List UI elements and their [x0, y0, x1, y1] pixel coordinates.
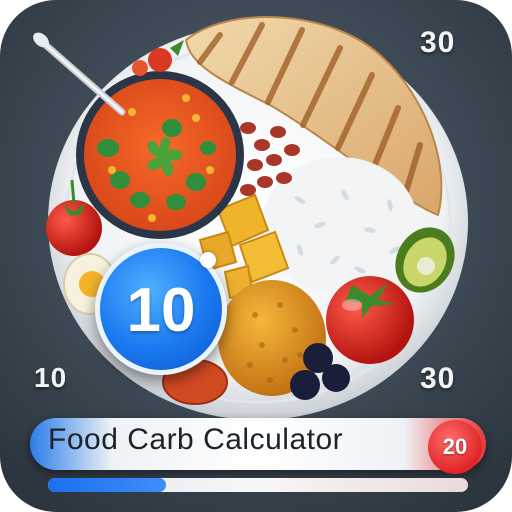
spoon-icon — [33, 32, 126, 116]
top-right-number: 30 — [420, 26, 456, 59]
end-marker-value: 20 — [442, 434, 468, 459]
carb-count-value: 10 — [126, 276, 196, 345]
tomato-icon — [326, 276, 414, 364]
progress-track — [48, 478, 468, 492]
badge-highlight-dot — [200, 252, 216, 268]
app-title: Food Carb Calculator — [48, 423, 344, 456]
left-number: 10 — [34, 362, 68, 393]
progress-fill — [48, 478, 166, 492]
right-number: 30 — [420, 362, 456, 395]
end-marker: 20 — [428, 420, 482, 474]
app-icon: 30 10 30 10 Food Carb Calculator 20 — [0, 0, 512, 512]
